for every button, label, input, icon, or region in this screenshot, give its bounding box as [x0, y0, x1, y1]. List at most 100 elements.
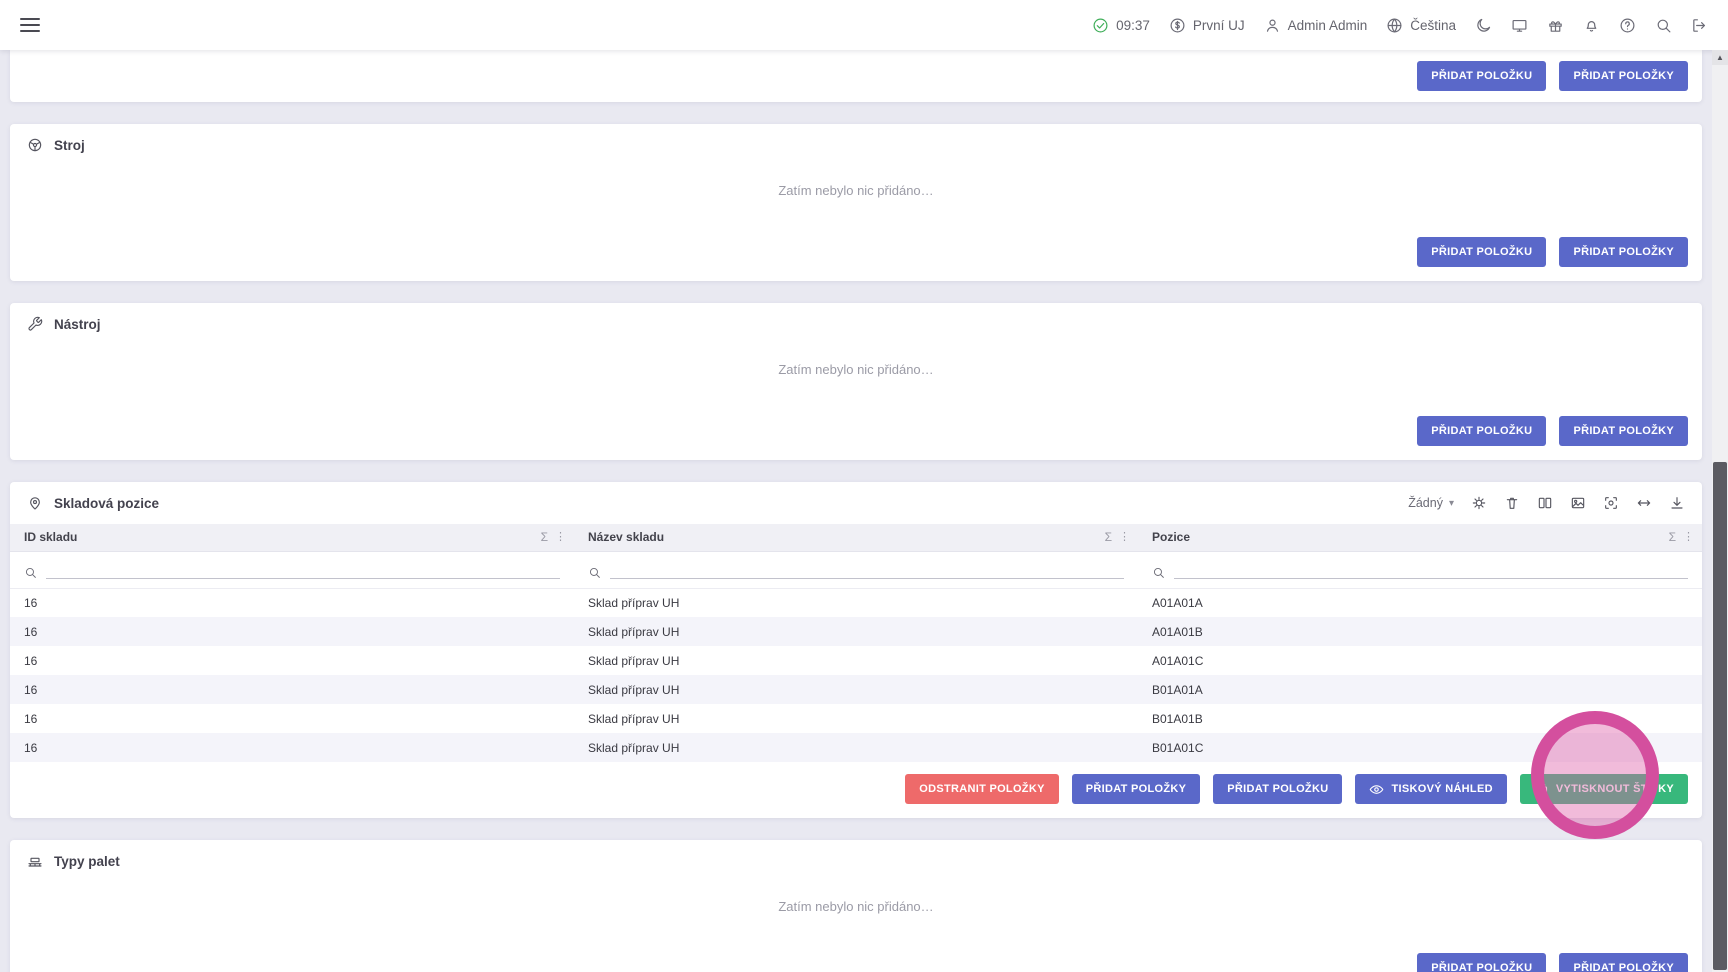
section-nastroj: Nástroj Zatím nebylo nic přidáno… PŘIDAT… [10, 303, 1702, 460]
table-cell: A01A01C [1138, 646, 1702, 675]
machine-icon [27, 137, 43, 153]
section-top-partial: PŘIDAT POLOŽKU PŘIDAT POLOŽKY [10, 50, 1702, 102]
add-items-button[interactable]: PŘIDAT POLOŽKY [1559, 953, 1688, 972]
image-view-button[interactable] [1570, 495, 1586, 511]
help-button[interactable] [1619, 17, 1636, 34]
add-item-button[interactable]: PŘIDAT POLOŽKU [1417, 61, 1546, 91]
globe-icon [1386, 17, 1403, 34]
column-header-pozice[interactable]: Pozice Σ⋮ [1138, 524, 1702, 551]
table-cell: A01A01B [1138, 617, 1702, 646]
table-cell: Sklad příprav UH [574, 704, 1138, 733]
check-circle-icon [1092, 17, 1109, 34]
add-item-button[interactable]: PŘIDAT POLOŽKU [1213, 774, 1342, 804]
printer-icon [1534, 782, 1549, 797]
columns-button[interactable] [1537, 495, 1553, 511]
table-toolbar: Žádný ▾ [1408, 495, 1685, 511]
filter-cell [1138, 551, 1702, 588]
filter-nazev-skladu-input[interactable] [610, 559, 1124, 579]
scan-image-icon [1603, 495, 1619, 511]
sum-icon[interactable]: Σ [1105, 531, 1112, 543]
sum-icon[interactable]: Σ [1669, 531, 1676, 543]
display-button[interactable] [1511, 17, 1528, 34]
table-row[interactable]: 16Sklad příprav UHB01A01A [10, 675, 1702, 704]
table-cell: Sklad příprav UH [574, 617, 1138, 646]
search-button[interactable] [1655, 17, 1672, 34]
clock-time: 09:37 [1116, 18, 1150, 33]
expand-columns-button[interactable] [1636, 495, 1652, 511]
table-row[interactable]: 16Sklad příprav UHB01A01B [10, 704, 1702, 733]
column-header-id-skladu[interactable]: ID skladu Σ ⋮ [10, 524, 574, 551]
language-switcher[interactable]: Čeština [1386, 17, 1456, 34]
moon-icon [1475, 17, 1492, 34]
arrows-horizontal-icon [1636, 495, 1652, 511]
company-switcher[interactable]: První UJ [1169, 17, 1245, 34]
scroll-up-arrow[interactable]: ▲ [1712, 50, 1728, 65]
bell-icon [1583, 17, 1600, 34]
scan-view-button[interactable] [1603, 495, 1619, 511]
search-icon [1655, 17, 1672, 34]
scrollbar-thumb[interactable] [1713, 462, 1727, 970]
add-item-button[interactable]: PŘIDAT POLOŽKU [1417, 953, 1546, 972]
delete-rows-button[interactable] [1504, 495, 1520, 511]
topbar: 09:37 První UJ Admin Admin Čeština [0, 0, 1728, 50]
user-menu[interactable]: Admin Admin [1264, 17, 1368, 34]
group-filter-dropdown[interactable]: Žádný ▾ [1408, 496, 1454, 510]
remove-items-button[interactable]: ODSTRANIT POLOŽKY [905, 774, 1059, 804]
add-items-button[interactable]: PŘIDAT POLOŽKY [1559, 237, 1688, 267]
section-typy-palet: Typy palet Zatím nebylo nic přidáno… PŘI… [10, 840, 1702, 972]
section-stroj-header: Stroj [10, 124, 1702, 166]
column-menu-icon[interactable]: ⋮ [555, 532, 566, 543]
print-labels-button[interactable]: VYTISKNOUT ŠTÍTKY [1520, 774, 1688, 804]
monitor-icon [1511, 17, 1528, 34]
add-item-button[interactable]: PŘIDAT POLOŽKU [1417, 237, 1546, 267]
button-label: VYTISKNOUT ŠTÍTKY [1556, 783, 1674, 795]
table-row[interactable]: 16Sklad příprav UHB01A01C [10, 733, 1702, 762]
search-icon [24, 566, 37, 579]
trash-icon [1504, 495, 1520, 511]
empty-state-text: Zatím nebylo nic přidáno… [10, 166, 1702, 225]
table-cell: 16 [10, 588, 574, 617]
download-icon [1669, 495, 1685, 511]
dark-mode-toggle[interactable] [1475, 17, 1492, 34]
table-filter-row [10, 551, 1702, 588]
notifications-button[interactable] [1583, 17, 1600, 34]
empty-state-text: Zatím nebylo nic přidáno… [10, 345, 1702, 404]
export-button[interactable] [1669, 495, 1685, 511]
table-settings-button[interactable] [1471, 495, 1487, 511]
table-cell: 16 [10, 646, 574, 675]
location-pin-icon [27, 495, 43, 511]
section-title: Typy palet [54, 854, 120, 869]
table-row[interactable]: 16Sklad příprav UHA01A01B [10, 617, 1702, 646]
search-icon [588, 566, 601, 579]
logout-button[interactable] [1691, 17, 1708, 34]
add-item-button[interactable]: PŘIDAT POLOŽKU [1417, 416, 1546, 446]
print-preview-button[interactable]: TISKOVÝ NÁHLED [1355, 774, 1506, 804]
column-menu-icon[interactable]: ⋮ [1119, 532, 1130, 543]
gear-icon [1471, 495, 1487, 511]
column-menu-icon[interactable]: ⋮ [1683, 532, 1694, 543]
table-row[interactable]: 16Sklad příprav UHA01A01A [10, 588, 1702, 617]
table-cell: Sklad příprav UH [574, 588, 1138, 617]
section-title: Nástroj [54, 317, 101, 332]
column-header-nazev-skladu[interactable]: Název skladu Σ⋮ [574, 524, 1138, 551]
section-skladova-pozice: Skladová pozice Žádný ▾ [10, 482, 1702, 818]
section-nastroj-actions: PŘIDAT POLOŽKU PŘIDAT POLOŽKY [10, 404, 1702, 460]
section-stroj: Stroj Zatím nebylo nic přidáno… PŘIDAT P… [10, 124, 1702, 281]
section-title: Stroj [54, 138, 85, 153]
add-items-button[interactable]: PŘIDAT POLOŽKY [1072, 774, 1201, 804]
scrollbar[interactable]: ▲ [1712, 50, 1728, 972]
filter-pozice-input[interactable] [1174, 559, 1688, 579]
filter-id-skladu-input[interactable] [46, 559, 560, 579]
column-label: ID skladu [24, 530, 77, 544]
chevron-down-icon: ▾ [1449, 498, 1454, 509]
table-row[interactable]: 16Sklad příprav UHA01A01C [10, 646, 1702, 675]
whats-new-button[interactable] [1547, 17, 1564, 34]
sum-icon[interactable]: Σ [541, 531, 548, 543]
user-name: Admin Admin [1288, 18, 1368, 33]
filter-cell [10, 551, 574, 588]
image-icon [1570, 495, 1586, 511]
topbar-actions: 09:37 První UJ Admin Admin Čeština [1092, 17, 1708, 34]
add-items-button[interactable]: PŘIDAT POLOŽKY [1559, 416, 1688, 446]
add-items-button[interactable]: PŘIDAT POLOŽKY [1559, 61, 1688, 91]
hamburger-menu-icon[interactable] [20, 18, 40, 32]
